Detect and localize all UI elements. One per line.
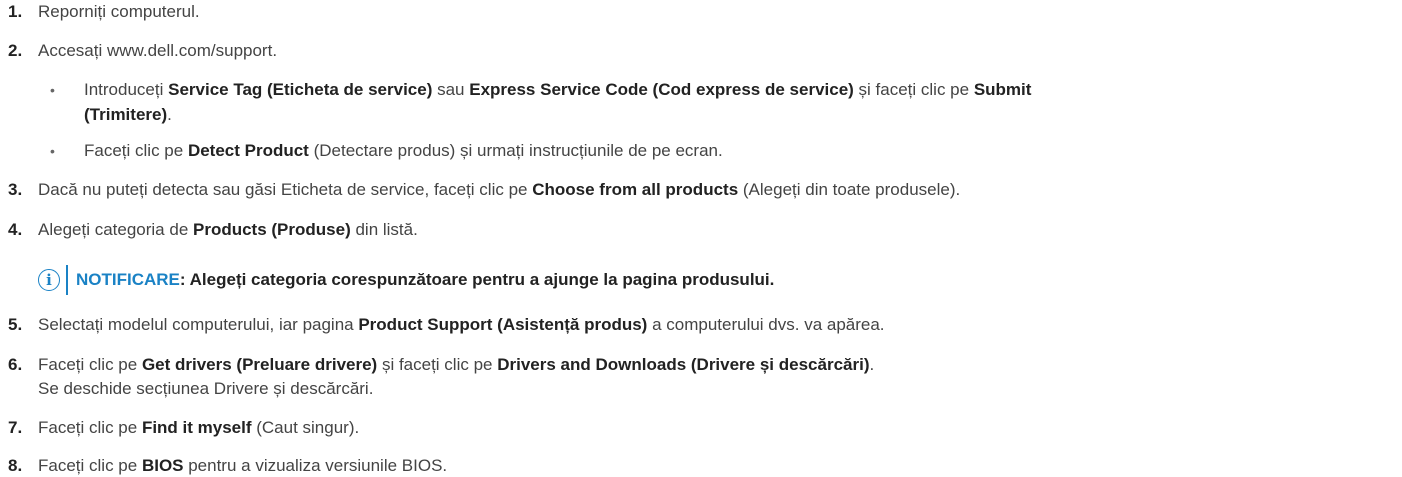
step-text: Alegeți categoria de Products (Produse) … xyxy=(38,219,418,241)
text-run: sau xyxy=(432,80,470,99)
text-run: . xyxy=(167,105,172,124)
bullet: • xyxy=(50,143,55,159)
text-run: (Alegeți din toate produsele). xyxy=(738,180,961,199)
text-run-bold: Drivers and Downloads (Drivere și descăr… xyxy=(497,355,870,374)
step-text: Accesați www.dell.com/support. xyxy=(38,40,277,62)
step-text: Reporniți computerul. xyxy=(38,1,200,23)
step-text: Se deschide secțiunea Drivere și descărc… xyxy=(38,379,374,398)
text-run-bold: Submit xyxy=(973,80,1032,99)
step-text: Faceți clic pe Find it myself (Caut sing… xyxy=(38,417,359,439)
text-run: Faceți clic pe xyxy=(38,355,142,374)
substep-text: (Trimitere). xyxy=(84,104,172,126)
text-run: Reporniți computerul. xyxy=(38,2,200,21)
substep-text: Introduceți Service Tag (Eticheta de ser… xyxy=(84,79,1031,101)
step-number: 8. xyxy=(8,456,23,475)
text-run: Introduceți xyxy=(84,80,169,99)
note-box: i NOTIFICARE: Alegeți categoria corespun… xyxy=(38,265,774,295)
step-number: 5. xyxy=(8,315,23,334)
text-run-bold: Express Service Code (Cod express de ser… xyxy=(469,80,854,99)
text-run-bold: BIOS xyxy=(141,456,184,475)
step-number: 6. xyxy=(8,355,23,374)
text-run-bold: Product Support (Asistență produs) xyxy=(358,315,648,334)
text-run: pentru a vizualiza versiunile BIOS. xyxy=(183,456,448,475)
text-run: Accesați www.dell.com/support. xyxy=(38,41,278,60)
step-number: 7. xyxy=(8,418,23,437)
text-run: (Detectare produs) și urmați instrucțiun… xyxy=(308,141,723,160)
text-run-bold: Find it myself xyxy=(141,418,252,437)
text-run-bold: Products (Produse) xyxy=(193,220,351,239)
step-text: Faceți clic pe BIOS pentru a vizualiza v… xyxy=(38,455,447,477)
step-text: Faceți clic pe Get drivers (Preluare dri… xyxy=(38,354,874,376)
text-run: a computerului dvs. va apărea. xyxy=(647,315,885,334)
text-run: Alegeți categoria de xyxy=(38,220,193,239)
text-run-bold: Choose from all products xyxy=(532,180,739,199)
text-run: Faceți clic pe xyxy=(38,456,142,475)
step-number: 3. xyxy=(8,180,23,199)
note-text: : Alegeți categoria corespunzătoare pent… xyxy=(179,270,775,289)
text-run: Selectați modelul computerului, iar pagi… xyxy=(38,315,359,334)
step-text: Dacă nu puteți detecta sau găsi Eticheta… xyxy=(38,179,960,201)
text-run: Faceți clic pe xyxy=(84,141,188,160)
text-run: și faceți clic pe xyxy=(853,80,974,99)
substep-text: Faceți clic pe Detect Product (Detectare… xyxy=(84,140,723,162)
text-run: din listă. xyxy=(350,220,418,239)
text-run: . xyxy=(869,355,875,374)
text-run: (Caut singur). xyxy=(251,418,360,437)
step-text: Selectați modelul computerului, iar pagi… xyxy=(38,314,885,336)
text-run: Dacă nu puteți detecta sau găsi Eticheta… xyxy=(38,180,533,199)
step-number: 1. xyxy=(8,2,23,21)
note-label: NOTIFICARE xyxy=(76,270,180,289)
text-run: și faceți clic pe xyxy=(377,355,498,374)
text-run-bold: Detect Product xyxy=(187,141,309,160)
text-run-bold: Service Tag (Eticheta de service) xyxy=(168,80,433,99)
text-run-bold: Get drivers (Preluare drivere) xyxy=(141,355,378,374)
bullet: • xyxy=(50,82,55,98)
text-run-bold: (Trimitere) xyxy=(84,105,168,124)
step-number: 4. xyxy=(8,220,23,239)
step-number: 2. xyxy=(8,41,23,60)
text-run: Faceți clic pe xyxy=(38,418,142,437)
info-icon: i xyxy=(38,269,60,291)
note-divider xyxy=(66,265,68,295)
